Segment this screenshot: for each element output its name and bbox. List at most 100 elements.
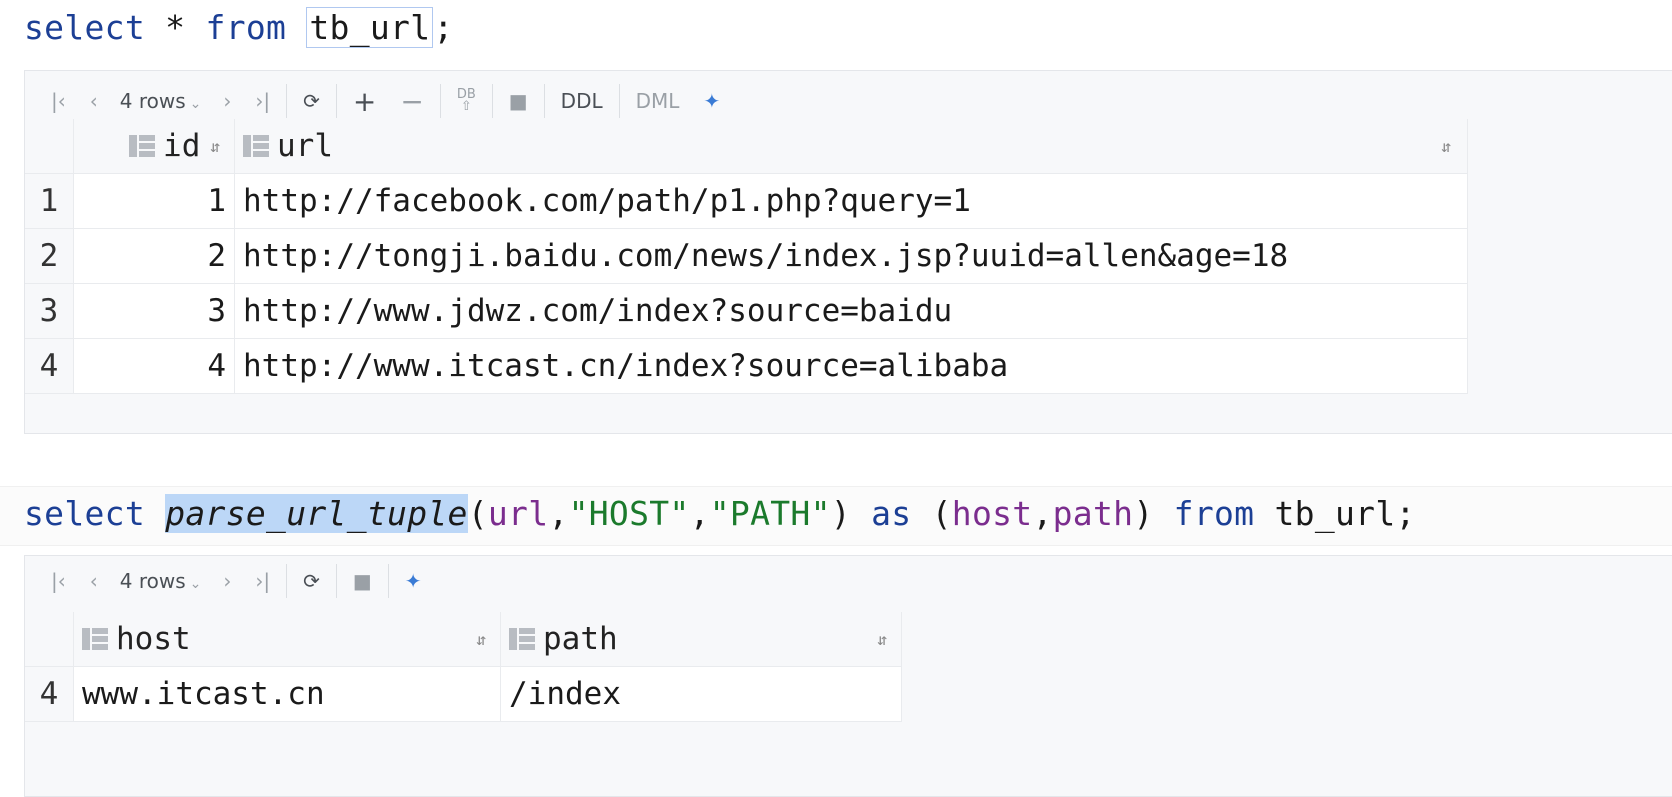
first-page-icon[interactable]: |‹ (39, 81, 78, 121)
row-number-header (25, 119, 74, 174)
toolbar-divider (491, 84, 493, 118)
last-page-icon[interactable]: ›| (243, 561, 282, 601)
sort-icon[interactable]: ⇵ (476, 630, 486, 649)
chevron-down-icon: ⌄ (189, 576, 202, 592)
cell-id[interactable]: 2 (73, 228, 235, 284)
result-panel-2: |‹ ‹ 4 rows ⌄ › ›| ⟳ ■ ✦ host ⇵ path ⇵ 4… (24, 555, 1672, 797)
cell-url[interactable]: http://www.itcast.cn/index?source=alibab… (234, 338, 1468, 394)
comma: , (1032, 494, 1053, 533)
dml-button[interactable]: DML (624, 81, 692, 121)
alias-path: path (1052, 494, 1134, 533)
rows-count-label: 4 rows (119, 569, 186, 593)
keyword-from: from (205, 8, 287, 47)
header-row: host ⇵ path ⇵ (25, 612, 902, 667)
column-header-url[interactable]: url ⇵ (234, 119, 1468, 174)
column-header-id[interactable]: id ⇵ (73, 119, 235, 174)
rows-count-dropdown[interactable]: 4 rows ⌄ (110, 89, 212, 113)
function-name: parse_url_tuple (165, 494, 468, 533)
rows-count-label: 4 rows (119, 89, 186, 113)
keyword-as: as (871, 494, 912, 533)
refresh-icon[interactable]: ⟳ (291, 81, 332, 121)
ddl-button[interactable]: DDL (549, 81, 615, 121)
next-page-icon[interactable]: › (211, 81, 243, 121)
toolbar-divider (387, 564, 389, 598)
sort-icon[interactable]: ⇵ (877, 630, 887, 649)
first-page-icon[interactable]: |‹ (39, 561, 78, 601)
table-row[interactable]: 4 4 http://www.itcast.cn/index?source=al… (25, 338, 1468, 394)
column-icon (243, 135, 269, 157)
cell-path[interactable]: /index (500, 666, 902, 722)
table-row[interactable]: 1 1 http://facebook.com/path/p1.php?quer… (25, 173, 1468, 229)
result-toolbar-2: |‹ ‹ 4 rows ⌄ › ›| ⟳ ■ ✦ (25, 556, 1672, 606)
toolbar-divider (618, 84, 620, 118)
submit-db-icon[interactable]: DB ⇧ (445, 81, 488, 121)
column-label: url (277, 128, 333, 164)
row-number: 4 (25, 338, 74, 394)
column-icon (509, 628, 535, 650)
row-number: 1 (25, 173, 74, 229)
column-icon (82, 628, 108, 650)
rows-count-dropdown[interactable]: 4 rows ⌄ (110, 569, 212, 593)
result-panel-1: |‹ ‹ 4 rows ⌄ › ›| ⟳ + − DB ⇧ ■ DDL DML ✦ … (24, 70, 1672, 434)
table-row[interactable]: 3 3 http://www.jdwz.com/index?source=bai… (25, 283, 1468, 339)
argument-url: url (487, 494, 549, 533)
chevron-down-icon: ⌄ (189, 96, 202, 112)
next-page-icon[interactable]: › (211, 561, 243, 601)
cell-url[interactable]: http://facebook.com/path/p1.php?query=1 (234, 173, 1468, 229)
cell-url[interactable]: http://www.jdwz.com/index?source=baidu (234, 283, 1468, 339)
cell-url[interactable]: http://tongji.baidu.com/news/index.jsp?u… (234, 228, 1468, 284)
pin-tab-icon[interactable]: ✦ (393, 561, 434, 601)
paren-open: ( (467, 494, 488, 533)
sort-icon[interactable]: ⇵ (210, 137, 220, 156)
row-number: 3 (25, 283, 74, 339)
table-row[interactable]: 4 www.itcast.cn /index (25, 666, 902, 722)
query-editor-line-1[interactable]: select * from tb_url; (24, 5, 454, 51)
query-editor-line-2[interactable]: select parse_url_tuple(url,"HOST","PATH"… (24, 491, 1416, 537)
refresh-icon[interactable]: ⟳ (291, 561, 332, 601)
sort-icon[interactable]: ⇵ (1441, 137, 1451, 156)
prev-page-icon[interactable]: ‹ (78, 81, 110, 121)
cell-host[interactable]: www.itcast.cn (73, 666, 501, 722)
delete-row-icon[interactable]: − (388, 81, 435, 121)
toolbar-divider (335, 84, 337, 118)
add-row-icon[interactable]: + (341, 81, 388, 121)
paren-close: ) (1133, 494, 1174, 533)
header-row: id ⇵ url ⇵ (25, 119, 1468, 174)
result-table-2: host ⇵ path ⇵ 4 www.itcast.cn /index (25, 612, 902, 722)
keyword-select: select (24, 494, 166, 533)
semicolon: ; (433, 8, 454, 47)
table-row[interactable]: 2 2 http://tongji.baidu.com/news/index.j… (25, 228, 1468, 284)
paren-open: ( (911, 494, 952, 533)
table-name: tb_url (306, 7, 434, 48)
cell-id[interactable]: 1 (73, 173, 235, 229)
string-path: "PATH" (709, 494, 831, 533)
column-label: host (116, 621, 191, 657)
toolbar-divider (439, 84, 441, 118)
toolbar-divider (335, 564, 337, 598)
keyword-from: from (1173, 494, 1255, 533)
toolbar-divider (286, 564, 288, 598)
last-page-icon[interactable]: ›| (243, 81, 282, 121)
column-label: path (543, 621, 618, 657)
row-number: 2 (25, 228, 74, 284)
alias-host: host (951, 494, 1033, 533)
star: * (145, 8, 206, 47)
paren-close: ) (830, 494, 872, 533)
toolbar-divider (543, 84, 545, 118)
column-header-path[interactable]: path ⇵ (500, 612, 902, 667)
comma: , (548, 494, 569, 533)
column-label: id (163, 128, 201, 164)
prev-page-icon[interactable]: ‹ (78, 561, 110, 601)
stop-icon[interactable]: ■ (341, 561, 384, 601)
row-number: 4 (25, 666, 74, 722)
column-icon (129, 135, 156, 157)
keyword-select: select (24, 8, 146, 47)
cell-id[interactable]: 4 (73, 338, 235, 394)
cell-id[interactable]: 3 (73, 283, 235, 339)
stop-icon[interactable]: ■ (497, 81, 540, 121)
table-name: tb_url; (1254, 494, 1416, 533)
pin-tab-icon[interactable]: ✦ (691, 81, 732, 121)
toolbar-divider (286, 84, 288, 118)
column-header-host[interactable]: host ⇵ (73, 612, 501, 667)
string-host: "HOST" (568, 494, 690, 533)
